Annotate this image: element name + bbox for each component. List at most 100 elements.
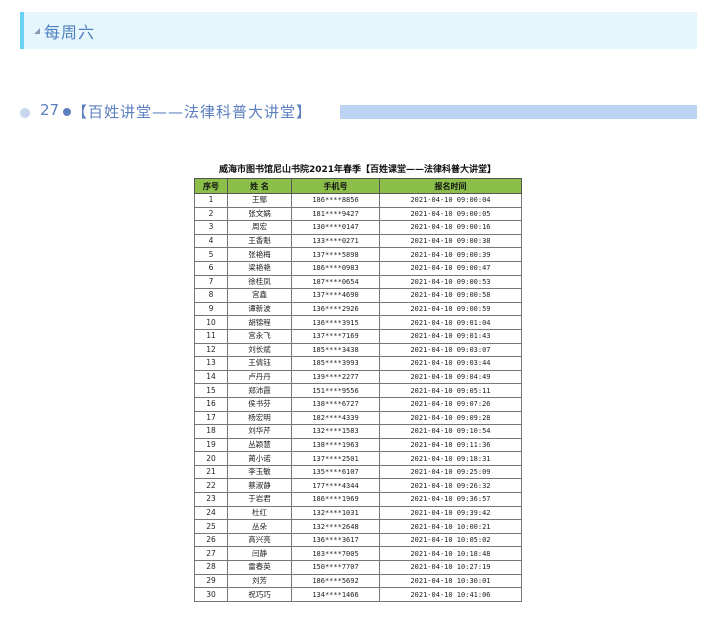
cell-time: 2021-04-10 09:00:47 [379, 260, 522, 276]
cell-phone: 150****7707 [291, 560, 380, 575]
cell-index: 9 [194, 301, 228, 317]
table-body: 1 王鄢 186****8856 2021-04-10 09:00:04 2 张文娲 181… [194, 193, 522, 602]
cell-index: 1 [194, 193, 228, 208]
small-dot-icon [63, 108, 71, 116]
cell-index: 21 [194, 464, 228, 480]
cell-time: 2021-04-10 09:00:39 [379, 247, 522, 262]
cell-index: 10 [194, 315, 228, 330]
cell-phone: 132****1583 [291, 424, 380, 439]
cell-time: 2021-04-10 10:30:01 [379, 573, 522, 589]
cell-name: 祝巧巧 [227, 587, 292, 602]
cell-index: 16 [194, 396, 228, 412]
cell-phone: 137****7169 [291, 328, 380, 344]
table-row: 4 王香魁 133****0271 2021-04-10 09:00:38 [194, 233, 522, 249]
cell-name: 于岩君 [227, 492, 292, 507]
event-header: 27 【百姓讲堂——法律科普大讲堂】 [20, 101, 697, 123]
table-row: 17 杨宏明 182****4339 2021-04-10 09:09:28 [194, 410, 522, 426]
table-row: 12 刘长斌 185****3438 2021-04-10 09:03:07 [194, 342, 522, 358]
cell-name: 宫鑫 [227, 288, 292, 303]
cell-time: 2021-04-10 09:00:59 [379, 301, 522, 317]
cell-index: 17 [194, 410, 228, 426]
cell-time: 2021-04-10 09:25:09 [379, 464, 522, 480]
cell-phone: 186****1969 [291, 492, 380, 507]
cell-phone: 137****4690 [291, 288, 380, 303]
cell-phone: 133****0271 [291, 233, 380, 249]
cell-time: 2021-04-10 09:00:58 [379, 288, 522, 303]
table-row: 11 宫永飞 137****7169 2021-04-10 09:01:43 [194, 328, 522, 344]
cell-name: 卢丹丹 [227, 369, 292, 385]
cell-name: 蔡淑静 [227, 478, 292, 494]
cell-name: 郑沛霞 [227, 383, 292, 398]
cell-time: 2021-04-10 10:00:21 [379, 519, 522, 534]
table-row: 7 徐桂凤 187****0654 2021-04-10 09:00:53 [194, 274, 522, 290]
cell-index: 14 [194, 369, 228, 385]
cell-name: 张艳梅 [227, 247, 292, 262]
cell-index: 18 [194, 424, 228, 439]
cell-name: 王香魁 [227, 233, 292, 249]
table-row: 1 王鄢 186****8856 2021-04-10 09:00:04 [194, 193, 522, 208]
table-row: 15 郑沛霞 151****9556 2021-04-10 09:05:11 [194, 383, 522, 398]
cell-index: 2 [194, 206, 228, 222]
cell-name: 雷春英 [227, 560, 292, 575]
cell-phone: 137****5898 [291, 247, 380, 262]
cell-name: 刘长斌 [227, 342, 292, 358]
cell-time: 2021-04-10 10:05:02 [379, 532, 522, 548]
table-row: 25 丛朵 132****2648 2021-04-10 10:00:21 [194, 519, 522, 534]
cell-index: 28 [194, 560, 228, 575]
cell-name: 丛朵 [227, 519, 292, 534]
cell-phone: 187****0654 [291, 274, 380, 290]
table-row: 24 杜红 132****1031 2021-04-10 09:39:42 [194, 505, 522, 521]
cell-name: 刘华芹 [227, 424, 292, 439]
cell-time: 2021-04-10 09:04:49 [379, 369, 522, 385]
cell-index: 6 [194, 260, 228, 276]
cell-phone: 130****0147 [291, 220, 380, 235]
cell-index: 24 [194, 505, 228, 521]
cell-time: 2021-04-10 09:10:54 [379, 424, 522, 439]
cell-index: 12 [194, 342, 228, 358]
cell-time: 2021-04-10 09:39:42 [379, 505, 522, 521]
table-row: 30 祝巧巧 134****1466 2021-04-10 10:41:06 [194, 587, 522, 602]
cell-name: 刘芳 [227, 573, 292, 589]
cell-name: 周宏 [227, 220, 292, 235]
cell-time: 2021-04-10 10:18:48 [379, 546, 522, 562]
table-row: 27 闫静 183****7005 2021-04-10 10:18:48 [194, 546, 522, 562]
cell-phone: 136****2926 [291, 301, 380, 317]
table-row: 19 丛颖慧 138****1963 2021-04-10 09:11:36 [194, 437, 522, 453]
table-row: 2 张文娲 181****9427 2021-04-10 09:00:05 [194, 206, 522, 222]
cell-phone: 136****3617 [291, 532, 380, 548]
table-row: 18 刘华芹 132****1583 2021-04-10 09:10:54 [194, 424, 522, 439]
cell-time: 2021-04-10 09:11:36 [379, 437, 522, 453]
cell-phone: 138****6727 [291, 396, 380, 412]
cell-time: 2021-04-10 09:01:43 [379, 328, 522, 344]
cell-index: 27 [194, 546, 228, 562]
cell-time: 2021-04-10 09:00:38 [379, 233, 522, 249]
cell-time: 2021-04-10 09:00:05 [379, 206, 522, 222]
cell-name: 王鄢 [227, 193, 292, 208]
cell-phone: 183****7005 [291, 546, 380, 562]
cell-index: 22 [194, 478, 228, 494]
cell-name: 胡锦程 [227, 315, 292, 330]
cell-phone: 182****4339 [291, 410, 380, 426]
section-header: 每周六 [20, 12, 697, 49]
decorative-bar [340, 105, 697, 119]
table-row: 16 侯书芬 138****6727 2021-04-10 09:07:26 [194, 396, 522, 412]
cell-name: 梁艳艳 [227, 260, 292, 276]
cell-phone: 185****3438 [291, 342, 380, 358]
cell-time: 2021-04-10 09:26:32 [379, 478, 522, 494]
cell-index: 29 [194, 573, 228, 589]
cell-time: 2021-04-10 10:27:19 [379, 560, 522, 575]
cell-time: 2021-04-10 10:41:06 [379, 587, 522, 602]
cell-name: 张文娲 [227, 206, 292, 222]
cell-name: 侯书芬 [227, 396, 292, 412]
cell-phone: 181****9427 [291, 206, 380, 222]
cell-time: 2021-04-10 09:03:44 [379, 356, 522, 371]
triangle-left-icon [34, 28, 40, 34]
cell-index: 3 [194, 220, 228, 235]
cell-time: 2021-04-10 09:07:26 [379, 396, 522, 412]
cell-index: 26 [194, 532, 228, 548]
cell-phone: 136****3915 [291, 315, 380, 330]
cell-name: 谭新波 [227, 301, 292, 317]
cell-time: 2021-04-10 09:00:16 [379, 220, 522, 235]
table-row: 22 蔡淑静 177****4344 2021-04-10 09:26:32 [194, 478, 522, 494]
event-title: 【百姓讲堂——法律科普大讲堂】 [72, 103, 313, 121]
